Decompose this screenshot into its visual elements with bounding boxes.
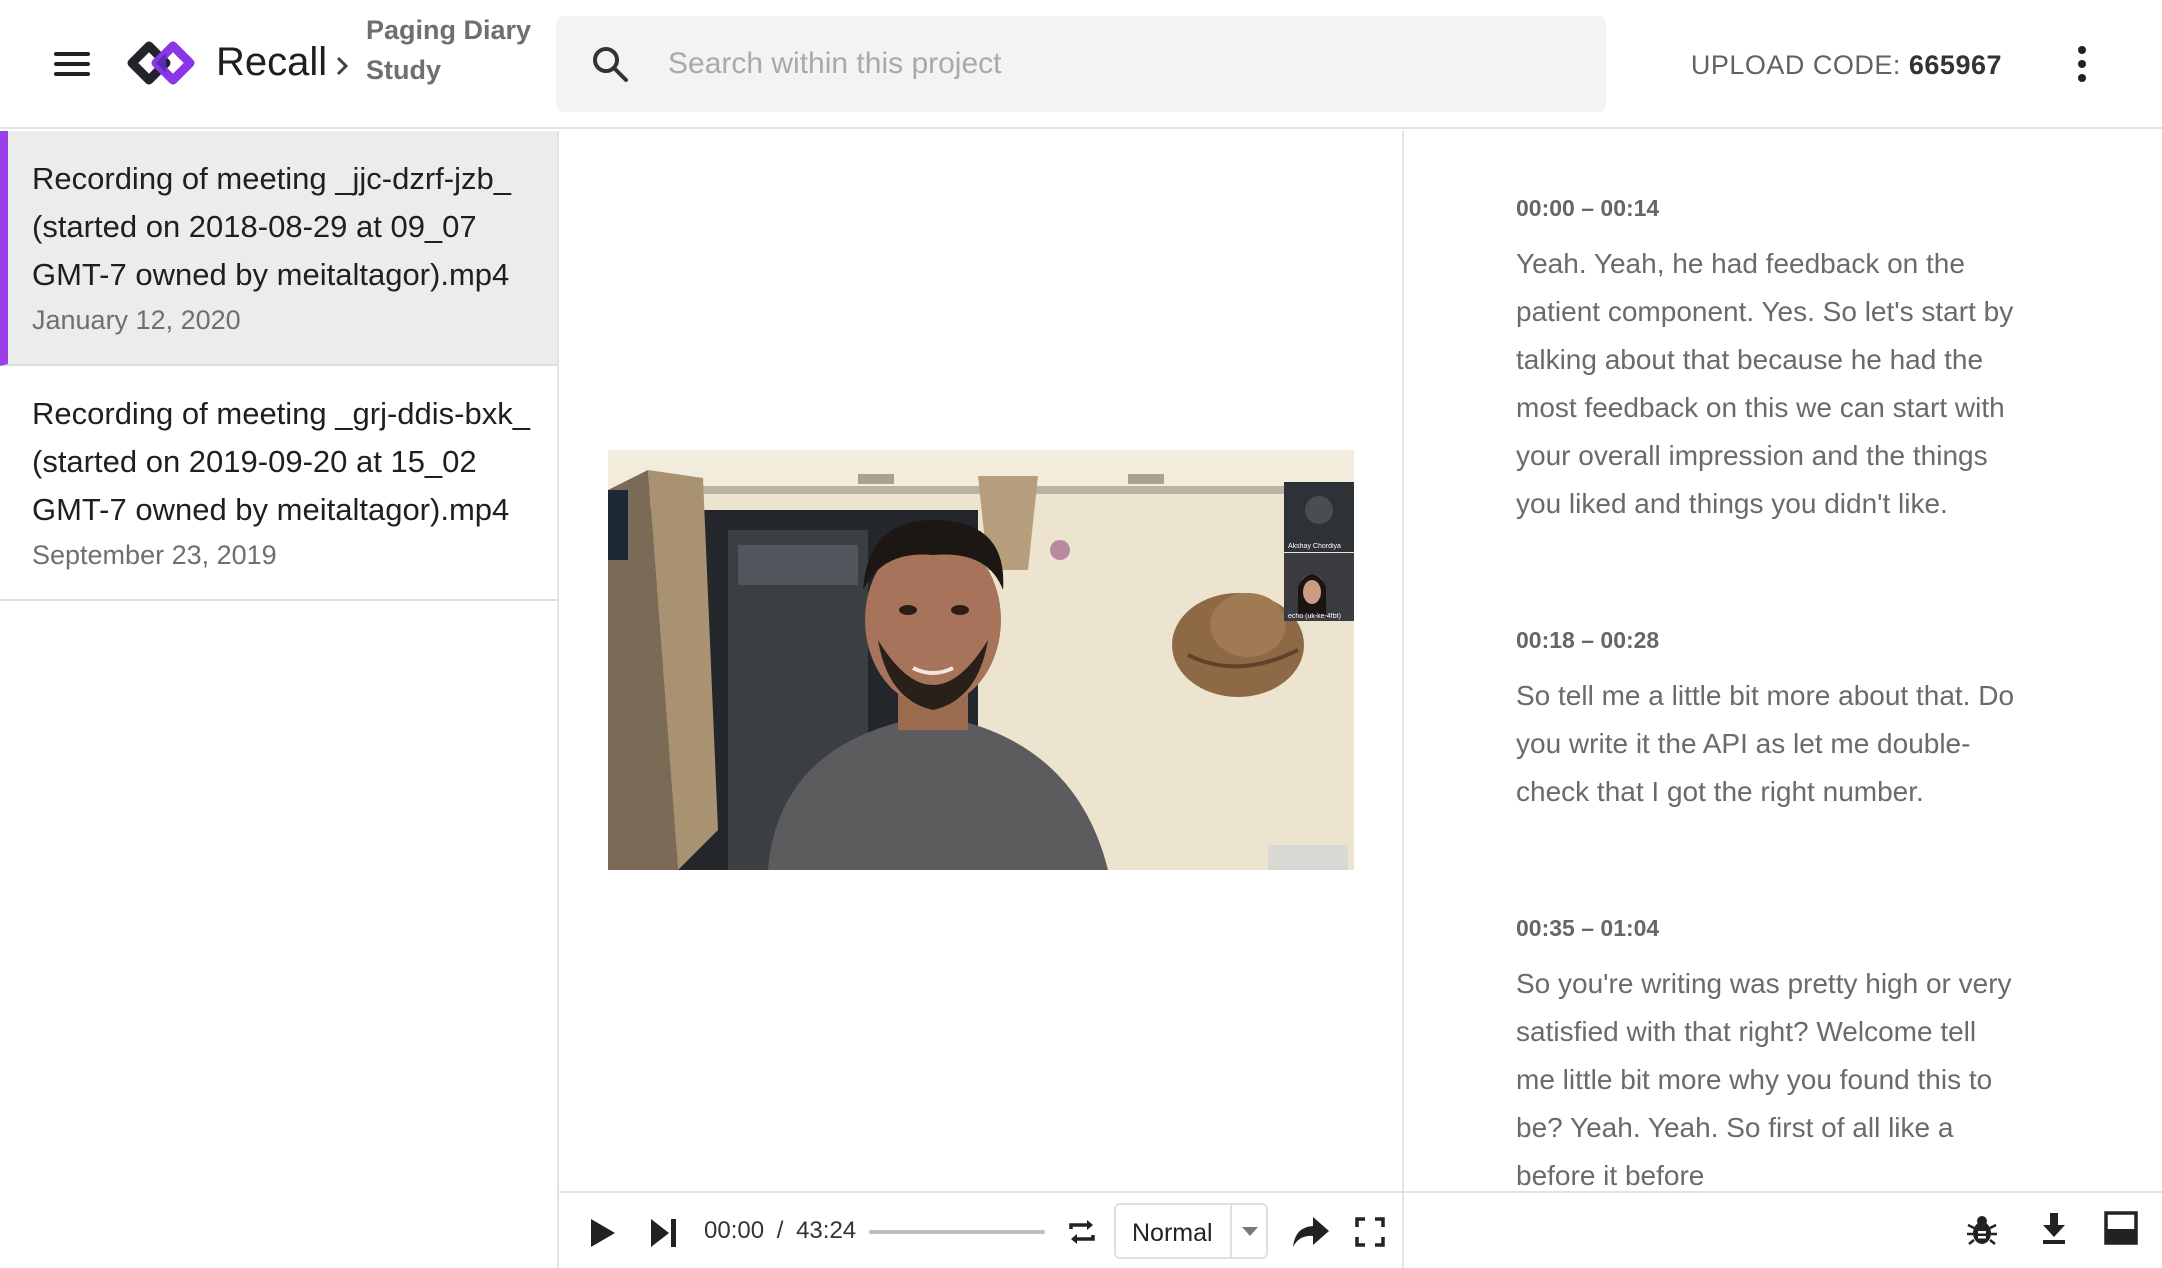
playback-speed-select[interactable]: Normal [1114,1203,1268,1259]
recording-item-2[interactable]: Recording of meeting _grj-ddis-bxk_ (sta… [0,366,557,601]
current-time: 00:00 [704,1217,765,1244]
recording-item-1[interactable]: Recording of meeting _jjc-dzrf-jzb_ (sta… [0,131,557,366]
seek-slider[interactable] [869,1230,1045,1234]
video-frame[interactable] [608,450,1354,870]
recording-title: Recording of meeting _jjc-dzrf-jzb_ (sta… [32,161,511,292]
transcript-panel: 00:00 – 00:14 Yeah. Yeah, he had feedbac… [1404,131,2162,1191]
recording-date: January 12, 2020 [32,305,241,335]
menu-icon[interactable] [44,40,100,88]
participant-thumb-label-1: Akshay Chordiya [1288,543,1341,550]
chevron-down-icon [1242,1227,1258,1236]
segment-text: So you're writing was pretty high or ver… [1516,968,2012,1191]
breadcrumb-project[interactable]: Paging Diary Study [366,10,546,90]
share-icon[interactable] [1291,1215,1331,1249]
chevron-right-icon [336,56,349,76]
transcript-segment[interactable]: 00:00 – 00:14 Yeah. Yeah, he had feedbac… [1516,195,2016,528]
upload-code: UPLOAD CODE: 665967 [1691,50,2002,81]
segment-time: 00:35 – 01:04 [1516,915,1660,941]
toggle-panel-icon[interactable] [2104,1211,2138,1245]
segment-text: So tell me a little bit more about that.… [1516,680,2015,807]
search-input[interactable] [668,38,1568,90]
time-display: 00:00 / 43:24 [704,1217,856,1245]
playback-speed-value: Normal [1132,1219,1213,1247]
brand-name[interactable]: Recall [216,40,327,85]
segment-text: Yeah. Yeah, he had feedback on the patie… [1516,248,2014,519]
transcript-toolbar [1404,1191,2162,1268]
app-header: Recall Paging Diary Study UPLOAD CODE: 6… [0,0,2162,129]
play-icon[interactable] [587,1217,617,1249]
loop-icon[interactable] [1065,1215,1099,1249]
skip-next-icon[interactable] [649,1217,679,1249]
segment-time: 00:00 – 00:14 [1516,195,1660,221]
recordings-list: Recording of meeting _jjc-dzrf-jzb_ (sta… [0,131,559,1268]
segment-time: 00:18 – 00:28 [1516,627,1660,653]
recording-date: September 23, 2019 [32,540,277,570]
download-icon[interactable] [2040,1211,2068,1245]
duration: 43:24 [796,1217,857,1244]
time-separator: / [776,1217,784,1244]
participant-thumb-label-2: echo (uk-ke-4fbt) [1288,613,1341,620]
recall-logo[interactable] [126,34,196,92]
upload-code-value: 665967 [1908,50,2002,80]
bug-report-icon[interactable] [1966,1213,1998,1247]
fullscreen-icon[interactable] [1355,1217,1385,1247]
transcript-segment[interactable]: 00:35 – 01:04 So you're writing was pret… [1516,915,2016,1191]
search-bar [556,16,1606,112]
recording-title: Recording of meeting _grj-ddis-bxk_ (sta… [32,396,530,527]
video-panel: Akshay Chordiya echo (uk-ke-4fbt) 00:00 … [559,131,1404,1268]
search-icon [593,47,628,82]
transcript-segment[interactable]: 00:18 – 00:28 So tell me a little bit mo… [1516,627,2016,816]
more-options-icon[interactable] [2060,40,2104,88]
player-controls: 00:00 / 43:24 Normal [559,1191,1402,1268]
upload-code-label: UPLOAD CODE: [1690,50,1901,80]
